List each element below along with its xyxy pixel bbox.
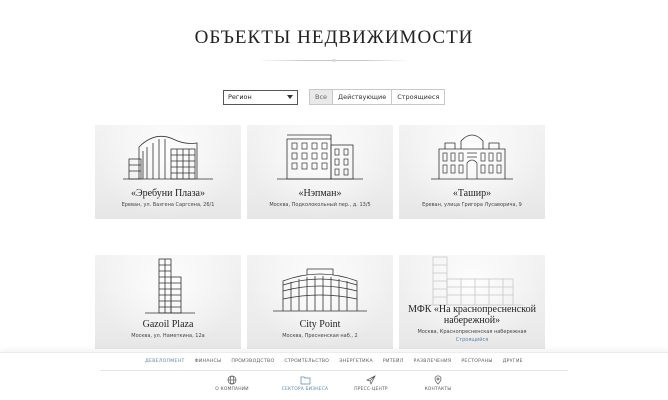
sector-nav: ДЕВЕЛОПМЕНТ ФИНАНСЫ ПРОИЗВОДСТВО СТРОИТЕ…	[0, 359, 668, 364]
folder-icon	[300, 376, 310, 385]
main-nav-label: ПРЕСС-ЦЕНТР	[354, 387, 388, 392]
property-card-gazoil[interactable]: Gazoil Plaza Москва, ул. Наметкина, 12а	[95, 255, 241, 349]
status-filter-group: Все Действующие Строящиеся	[309, 89, 446, 105]
sector-item-construction[interactable]: СТРОИТЕЛЬСТВО	[284, 359, 329, 364]
card-title: Gazoil Plaza	[142, 319, 194, 330]
main-nav-label: СЕКТОРА БИЗНЕСА	[281, 387, 329, 392]
tashir-building-icon	[431, 134, 513, 180]
property-card-city-point[interactable]: City Point Москва, Пресненская наб., 2	[247, 255, 393, 349]
filter-under-construction-button[interactable]: Строящиеся	[391, 89, 446, 105]
card-address: Ереван, улица Григора Лусаворича, 9	[422, 202, 522, 208]
sector-item-development[interactable]: ДЕВЕЛОПМЕНТ	[145, 359, 185, 364]
card-title: City Point	[299, 319, 341, 330]
property-cards-grid: «Эребуни Плаза» Ереван, ул. Вазгена Сарг…	[95, 125, 573, 355]
property-card-mfk[interactable]: МФК «На краснопресненской набережной» Мо…	[399, 255, 545, 349]
status-badge: Строящийся	[455, 337, 489, 343]
chevron-down-icon	[287, 95, 293, 99]
sector-item-retail[interactable]: РИТЕЙЛ	[383, 359, 404, 364]
page-title: ОБЪЕКТЫ НЕДВИЖИМОСТИ	[194, 27, 474, 48]
paper-plane-icon	[366, 375, 376, 385]
filter-all-button[interactable]: Все	[309, 89, 334, 105]
sector-item-finance[interactable]: ФИНАНСЫ	[195, 359, 222, 364]
erebuni-building-icon	[123, 135, 213, 180]
region-select[interactable]: Регион	[223, 90, 298, 105]
property-card-erebuni[interactable]: «Эребуни Плаза» Ереван, ул. Вазгена Сарг…	[95, 125, 241, 219]
card-address: Москва, Подколокольный пер., д. 13/5	[269, 202, 371, 208]
property-card-tashir[interactable]: «Ташир» Ереван, улица Григора Лусаворича…	[399, 125, 545, 219]
nepman-building-icon	[277, 134, 363, 180]
card-title: «Эребуни Плаза»	[131, 188, 205, 199]
sector-item-production[interactable]: ПРОИЗВОДСТВО	[231, 359, 274, 364]
city-point-building-icon	[273, 268, 367, 312]
main-nav-item-about[interactable]: О КОМПАНИИ	[197, 375, 267, 392]
gazoil-tower-icon	[145, 258, 195, 314]
title-divider	[258, 59, 410, 62]
globe-icon	[227, 375, 237, 385]
card-address: Ереван, ул. Вазгена Саргсяна, 26/1	[121, 202, 215, 208]
sector-item-entertainment[interactable]: РАЗВЛЕЧЕНИЯ	[414, 359, 452, 364]
card-title: МФК «На краснопресненской набережной»	[408, 304, 536, 326]
bottom-navigation: ДЕВЕЛОПМЕНТ ФИНАНСЫ ПРОИЗВОДСТВО СТРОИТЕ…	[0, 352, 668, 400]
main-nav-item-press[interactable]: ПРЕСС-ЦЕНТР	[336, 375, 406, 392]
main-nav-label: КОНТАКТЫ	[424, 387, 452, 392]
region-select-label: Регион	[228, 93, 252, 101]
card-title: «Ташир»	[452, 188, 492, 199]
main-nav-item-contacts[interactable]: КОНТАКТЫ	[403, 375, 473, 392]
sector-item-restaurants[interactable]: РЕСТОРАНЫ	[461, 359, 492, 364]
property-card-nepman[interactable]: «Нэпман» Москва, Подколокольный пер., д.…	[247, 125, 393, 219]
location-pin-icon	[434, 375, 442, 385]
sector-item-other[interactable]: ДРУГИЕ	[503, 359, 523, 364]
nav-divider	[100, 370, 568, 371]
card-address: Москва, Краснопресненская набережная	[417, 329, 527, 335]
card-address: Москва, ул. Наметкина, 12а	[131, 333, 205, 339]
card-address: Москва, Пресненская наб., 2	[282, 333, 358, 339]
sector-item-energy[interactable]: ЭНЕРГЕТИКА	[339, 359, 373, 364]
card-title: «Нэпман»	[298, 188, 342, 199]
main-nav-item-sectors[interactable]: СЕКТОРА БИЗНЕСА	[270, 375, 340, 392]
filter-active-button[interactable]: Действующие	[332, 89, 393, 105]
main-nav-label: О КОМПАНИИ	[215, 387, 249, 392]
